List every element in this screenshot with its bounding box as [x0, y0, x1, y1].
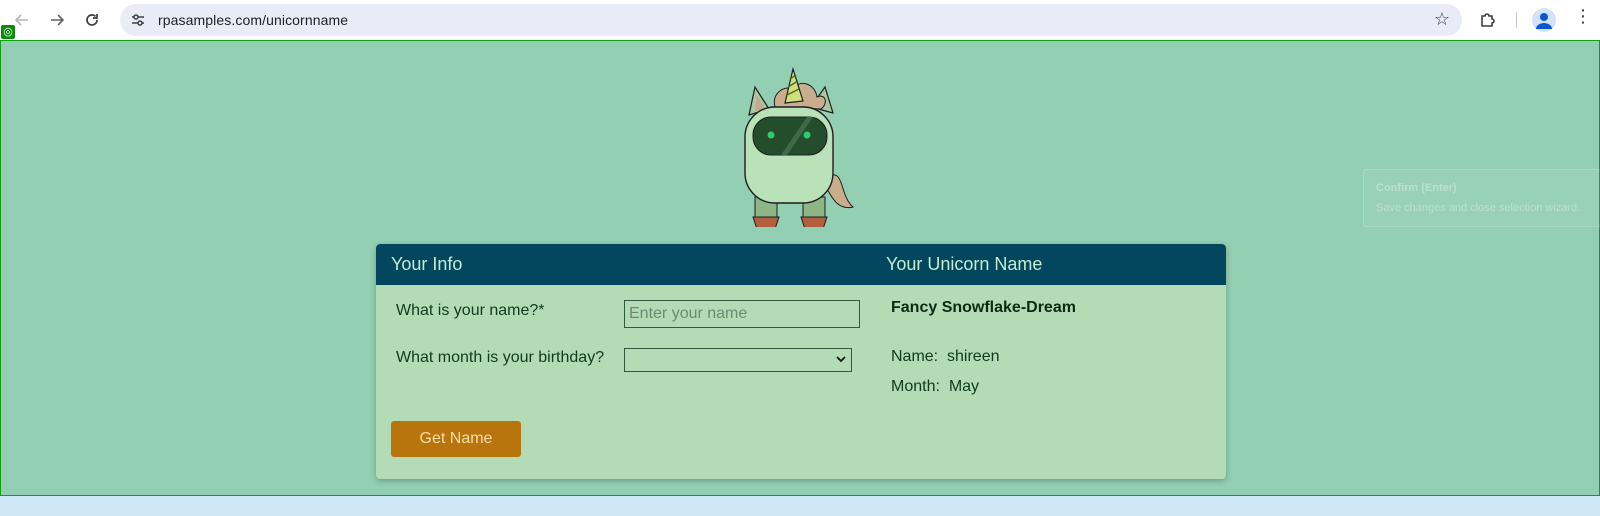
arrow-right-icon	[51, 14, 65, 26]
result-month-label: Month:	[891, 378, 940, 395]
reload-button[interactable]	[80, 8, 104, 32]
toolbar-divider	[1516, 12, 1517, 28]
puzzle-icon[interactable]	[1478, 10, 1498, 30]
get-name-button[interactable]: Get Name	[391, 421, 521, 457]
url-text[interactable]: rpasamples.com/unicornname	[158, 12, 348, 28]
your-info-heading: Your Info	[391, 254, 463, 274]
result-name-value: shireen	[947, 348, 1000, 365]
browser-toolbar: rpasamples.com/unicornname ☆ ⋮	[0, 0, 1600, 40]
result-name-line: Name: shireen	[891, 348, 1000, 366]
site-settings-icon[interactable]	[130, 12, 146, 28]
confirm-tooltip: Confirm (Enter) Save changes and close s…	[1363, 169, 1600, 227]
result-month-line: Month: May	[891, 378, 979, 396]
forward-button[interactable]	[45, 8, 69, 32]
person-icon	[1536, 13, 1552, 29]
month-label: What month is your birthday?	[396, 349, 605, 366]
name-input[interactable]	[624, 300, 860, 328]
arrow-left-icon	[14, 14, 28, 26]
target-icon[interactable]: ◎	[1, 25, 15, 39]
birthday-month-select[interactable]	[624, 348, 852, 372]
reload-icon	[86, 14, 98, 26]
tooltip-description: Save changes and close selection wizard.	[1376, 202, 1581, 214]
address-bar[interactable]: rpasamples.com/unicornname ☆	[120, 4, 1462, 36]
unicorn-name-result: Fancy Snowflake-Dream	[891, 299, 1076, 316]
profile-button[interactable]	[1532, 8, 1556, 32]
card-header: Your Info Your Unicorn Name	[376, 244, 1226, 285]
page-content: ◎ Confirm (Enter) Save changes and close…	[0, 25, 1600, 496]
more-vert-icon[interactable]: ⋮	[1574, 7, 1592, 25]
result-name-label: Name:	[891, 348, 939, 365]
tooltip-title: Confirm (Enter)	[1376, 182, 1457, 194]
unicorn-form-card: Your Info Your Unicorn Name What is your…	[376, 244, 1226, 479]
name-label: What is your name?*	[396, 302, 545, 319]
your-unicorn-name-heading: Your Unicorn Name	[886, 254, 1043, 274]
chevron-down-icon	[836, 356, 846, 363]
result-month-value: May	[948, 378, 980, 395]
unicorn-logo	[744, 67, 855, 227]
star-icon[interactable]: ☆	[1434, 9, 1450, 30]
